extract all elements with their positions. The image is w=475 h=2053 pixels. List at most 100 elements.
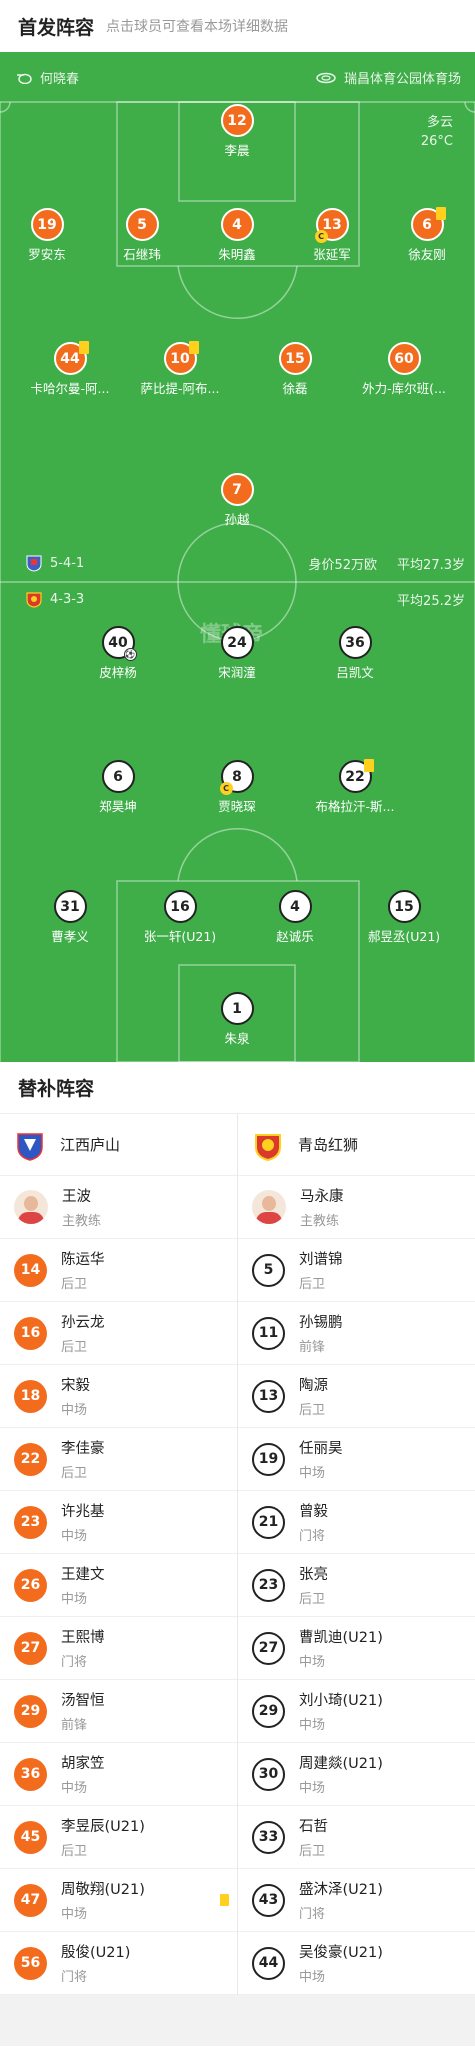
home-player-44[interactable]: 44 卡哈尔曼-阿...	[15, 341, 125, 397]
sub-player-row[interactable]: 45 李昱辰(U21) 后卫	[0, 1806, 237, 1869]
sub-player-position: 门将	[299, 1529, 326, 1544]
sub-player-row[interactable]: 29 汤智恒 前锋	[0, 1680, 237, 1743]
sub-player-name: 任丽昊	[299, 1441, 343, 1457]
home-player-10[interactable]: 10 萨比提-阿布...	[125, 341, 235, 397]
sub-player-name: 张亮	[299, 1567, 328, 1583]
player-name: 徐友刚	[408, 247, 446, 262]
home-team-row[interactable]: 江西庐山	[0, 1114, 237, 1176]
player-number-badge: 1	[220, 992, 254, 1025]
sub-player-name: 李昱辰(U21)	[61, 1819, 145, 1835]
player-number-badge: 10	[163, 341, 199, 375]
sub-player-row[interactable]: 13 陶源 后卫	[238, 1365, 475, 1428]
goal-ball-icon: ⚽	[123, 648, 137, 661]
sub-number-badge: 16	[14, 1316, 47, 1350]
sub-player-row[interactable]: 23 张亮后卫	[238, 1554, 475, 1617]
sub-player-row[interactable]: 11 孙锡鹏 前锋	[238, 1302, 475, 1365]
stadium-icon	[316, 72, 336, 83]
away-player-6[interactable]: 6 郑昊坤	[63, 760, 173, 815]
home-player-60[interactable]: 60 外力-库尔班(...	[349, 342, 459, 397]
sub-player-row[interactable]: 23 许兆基 中场	[0, 1491, 237, 1554]
away-player-8[interactable]: 8 C 贾晓琛	[182, 760, 292, 815]
player-name: 曹孝义	[51, 929, 89, 944]
player-name: 赵诚乐	[276, 929, 314, 944]
away-player-16[interactable]: 16 张一轩(U21)	[125, 890, 235, 945]
player-number: 22	[345, 768, 365, 785]
sub-player-row[interactable]: 27 王熙博 门将	[0, 1617, 237, 1680]
sub-player-row[interactable]: 44 吴俊豪(U21) 中场	[238, 1932, 475, 1995]
away-player-22[interactable]: 22 布格拉汗-斯...	[300, 759, 410, 815]
away-player-4[interactable]: 4 赵诚乐	[240, 890, 350, 945]
sub-player-name: 周敬翔(U21)	[61, 1882, 145, 1898]
sub-player-name: 王建文	[61, 1567, 105, 1583]
home-team-name: 江西庐山	[60, 1136, 121, 1154]
sub-player-position: 中场	[299, 1655, 326, 1670]
player-name: 朱明鑫	[218, 247, 256, 262]
sub-player-row[interactable]: 19 任丽昊 中场	[238, 1428, 475, 1491]
player-name: 贾晓琛	[218, 799, 256, 814]
sub-player-row[interactable]: 27 曹凯迪(U21) 中场	[238, 1617, 475, 1680]
match-info-bar: 何晓春 瑞昌体育公园体育场	[0, 52, 475, 102]
home-player-5[interactable]: 5 石继玮	[87, 208, 197, 263]
home-player-13[interactable]: 13 C 张延军	[277, 208, 387, 263]
home-player-7[interactable]: 7 孙越	[182, 473, 292, 528]
home-player-4[interactable]: 4 朱明鑫	[182, 208, 292, 263]
sub-player-position: 门将	[61, 1970, 88, 1985]
sub-number-badge: 5	[252, 1253, 285, 1287]
sub-number-badge: 23	[252, 1568, 285, 1602]
sub-player-name: 王熙博	[61, 1630, 105, 1646]
player-number-badge: 4	[278, 890, 312, 923]
sub-player-row[interactable]: 30 周建燚(U21) 中场	[238, 1743, 475, 1806]
sub-player-name: 盛沐泽(U21)	[299, 1882, 383, 1898]
away-coach-row[interactable]: 马永康 主教练	[238, 1176, 475, 1239]
away-player-15[interactable]: 15 郝昱丞(U21)	[349, 890, 459, 945]
away-player-1[interactable]: 1 朱泉	[182, 992, 292, 1047]
sub-player-row[interactable]: 47 周敬翔(U21) 中场	[0, 1869, 237, 1932]
subs-title: 替补阵容	[0, 1062, 475, 1114]
player-number: 10	[170, 350, 190, 367]
sub-player-position: 中场	[299, 1781, 326, 1796]
away-team-row[interactable]: 青岛红狮	[238, 1114, 475, 1176]
home-player-12[interactable]: 12 李晨	[182, 104, 292, 159]
avatar	[14, 1190, 48, 1224]
sub-player-row[interactable]: 22 李佳豪 后卫	[0, 1428, 237, 1491]
player-name: 吕凯文	[336, 665, 374, 680]
weather: 多云 26°C	[421, 113, 453, 151]
sub-player-row[interactable]: 43 盛沐泽(U21) 门将	[238, 1869, 475, 1932]
page-footer	[0, 1995, 475, 2046]
sub-player-position: 后卫	[299, 1844, 326, 1859]
sub-player-row[interactable]: 14 陈运华 后卫	[0, 1239, 237, 1302]
sub-number-badge: 27	[14, 1631, 47, 1665]
sub-player-row[interactable]: 36 胡家笠 中场	[0, 1743, 237, 1806]
home-coach-row[interactable]: 王波 主教练	[0, 1176, 237, 1239]
sub-number-badge: 29	[14, 1694, 47, 1728]
away-player-40[interactable]: 40 ⚽ 皮梓杨	[63, 626, 173, 681]
sub-number-badge: 43	[252, 1883, 285, 1917]
sub-number-badge: 36	[14, 1757, 47, 1791]
sub-player-row[interactable]: 26 王建文 中场	[0, 1554, 237, 1617]
yellow-card-icon	[220, 1894, 229, 1906]
sub-player-position: 后卫	[299, 1592, 326, 1607]
player-name: 张延军	[313, 247, 351, 262]
away-player-24[interactable]: 24 宋润潼	[182, 626, 292, 681]
player-number-badge: 15	[278, 342, 312, 375]
sub-player-row[interactable]: 29 刘小琦(U21) 中场	[238, 1680, 475, 1743]
sub-player-row[interactable]: 56 殷俊(U21) 门将	[0, 1932, 237, 1995]
away-player-36[interactable]: 36 吕凯文	[300, 626, 410, 681]
player-number: 44	[60, 350, 80, 367]
home-team-formation: 5-4-1	[26, 554, 84, 572]
sub-player-row[interactable]: 18 宋毅 中场	[0, 1365, 237, 1428]
sub-player-name: 殷俊(U21)	[61, 1945, 131, 1961]
sub-player-row[interactable]: 5 刘谱锦 后卫	[238, 1239, 475, 1302]
sub-player-position: 前锋	[61, 1718, 88, 1733]
sub-player-row[interactable]: 16 孙云龙 后卫	[0, 1302, 237, 1365]
home-player-15[interactable]: 15 徐磊	[240, 342, 350, 397]
away-player-31[interactable]: 31 曹孝义	[15, 890, 125, 945]
sub-player-position: 中场	[61, 1907, 88, 1922]
sub-player-position: 中场	[61, 1781, 88, 1796]
home-player-6[interactable]: 6 徐友刚	[372, 207, 475, 263]
sub-player-position: 后卫	[61, 1340, 88, 1355]
sub-player-row[interactable]: 21 曾毅 门将	[238, 1491, 475, 1554]
player-number-badge: 13 C	[314, 208, 349, 243]
sub-player-row[interactable]: 33 石哲 后卫	[238, 1806, 475, 1869]
yellow-card-icon	[78, 341, 89, 354]
